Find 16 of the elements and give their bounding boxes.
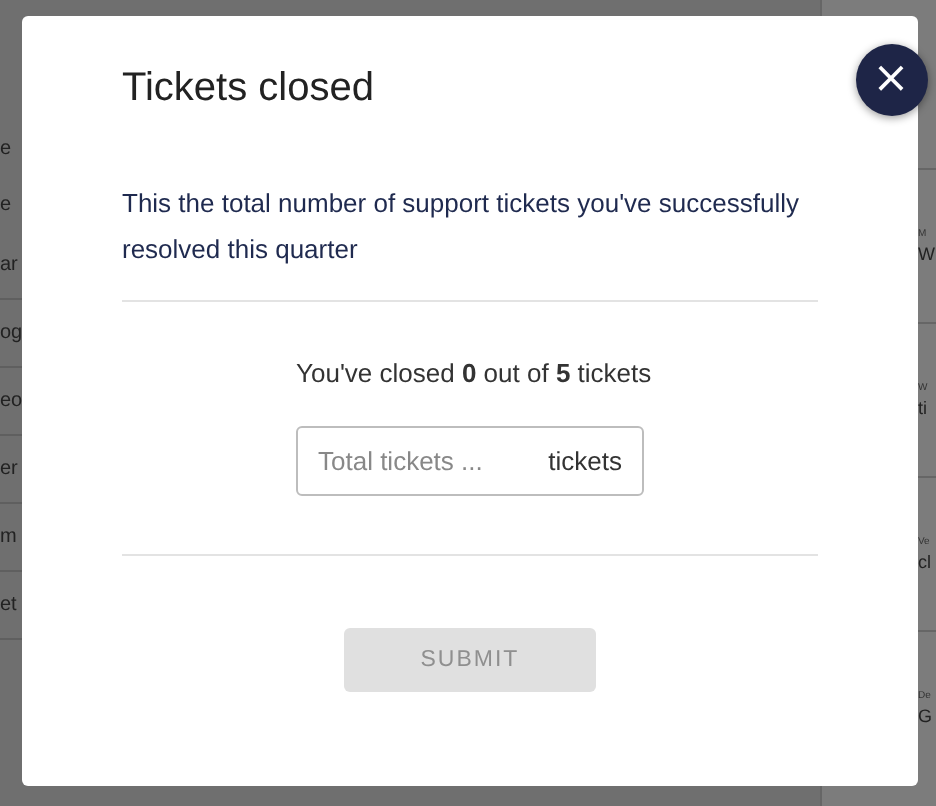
list-text: e xyxy=(0,193,12,215)
list-text: ar xyxy=(0,254,18,276)
field-value: ti xyxy=(918,398,929,418)
list-text: eo xyxy=(0,390,23,412)
list-text: og xyxy=(0,322,23,344)
dialog-title: Tickets closed xyxy=(122,64,376,112)
dialog-description: This the total number of support tickets you've successfully resolved this quarter xyxy=(122,186,801,268)
list-text: e xyxy=(0,137,12,159)
field-value: cl xyxy=(918,552,933,572)
list-text: et xyxy=(0,594,17,616)
unit-label: tickets xyxy=(548,446,622,476)
field-value: G xyxy=(918,706,935,726)
list-text: er xyxy=(0,458,18,480)
field-value: W xyxy=(918,244,936,264)
list-text: m xyxy=(0,526,17,548)
progress-text: You've closed 0 out of 5 tickets xyxy=(296,356,654,392)
